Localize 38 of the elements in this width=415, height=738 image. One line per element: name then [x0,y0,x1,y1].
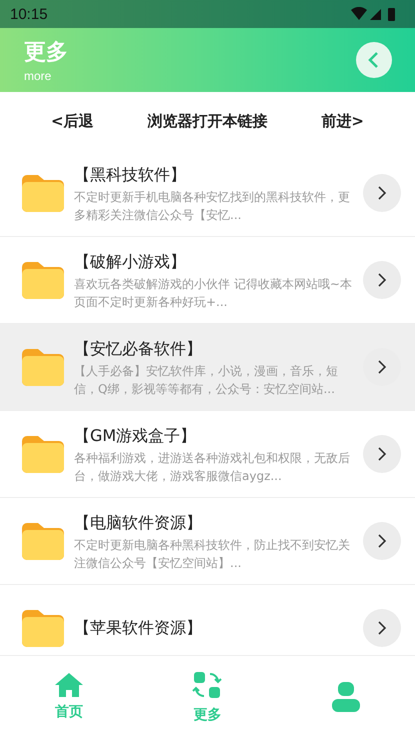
folder-icon [22,609,64,647]
folder-icon [22,435,64,473]
person-icon [332,682,360,712]
chevron-right-icon [377,533,387,549]
chevron-button[interactable] [363,261,401,299]
item-title: 【黑科技软件】 [74,164,187,186]
refresh-grid-icon [192,670,222,700]
nav-link[interactable]: 前进> [321,112,364,130]
item-description: 喜欢玩各类破解游戏的小伙伴 记得收藏本网站哦~本页面不定时更新各种好玩+... [74,276,353,310]
list-item[interactable]: 【安忆必备软件】 【人手必备】安忆软件库，小说，漫画，音乐，短信，Q绑，影视等等都有，公众号：安忆空间站... [0,324,415,411]
status-time: 10:15 [10,6,48,22]
item-title: 【电脑软件资源】 [74,512,203,534]
item-description: 不定时更新电脑各种黑科技软件，防止找不到安忆关注微信公众号【安忆空间站】... [74,536,351,572]
nav-link[interactable]: 浏览器打开本链接 [147,112,268,130]
item-title: 【安忆必备软件】 [74,338,203,360]
home-icon [55,673,84,697]
chevron-right-icon [377,620,387,636]
item-description: 不定时更新手机电脑各种安忆找到的黑科技软件，更多精彩关注微信公众号【安忆... [74,188,351,224]
folder-icon [22,522,64,560]
folder-icon [22,348,64,386]
chevron-button[interactable] [363,522,401,560]
chevron-button[interactable] [363,609,401,647]
nav-link[interactable]: <后退 [50,112,94,130]
folder-icon [22,261,64,299]
chevron-right-icon [377,185,387,201]
item-title: 【破解小游戏】 [74,250,187,272]
chevron-button[interactable] [363,435,401,473]
chevron-button[interactable] [363,174,401,212]
chevron-right-icon [377,272,387,288]
item-title: 【苹果软件资源】 [74,617,203,639]
item-description: 【人手必备】安忆软件库，小说，漫画，音乐，短信，Q绑，影视等等都有，公众号：安忆空间站... [74,362,339,398]
folder-icon [22,174,64,212]
chevron-right-icon [377,446,387,462]
item-title: 【GM游戏盒子】 [74,424,198,446]
page-title: 更多 [24,39,68,67]
page-subtitle: more [24,69,52,83]
item-description: 各种福利游戏，进游送各种游戏礼包和权限，无敌后台，做游戏大佬，游戏客服微信aygz... [74,450,351,484]
chevron-right-icon [377,359,387,375]
